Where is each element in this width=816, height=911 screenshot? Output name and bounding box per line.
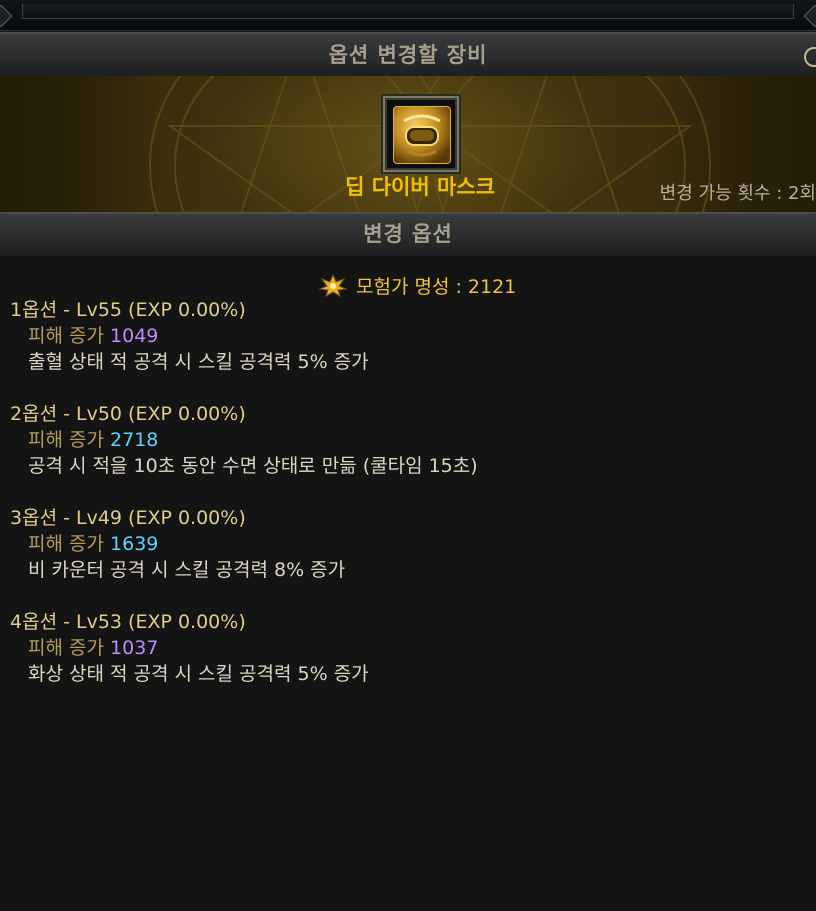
equipment-section-header: 옵션 변경할 장비: [0, 32, 816, 78]
frame-corner-left: [0, 4, 13, 28]
diver-mask-icon: [393, 106, 451, 164]
damage-line: 피해 증가 1639: [10, 531, 345, 557]
damage-value: 2718: [110, 429, 159, 451]
damage-value: 1049: [110, 325, 159, 347]
option-title: 4옵션 - Lv53 (EXP 0.00%): [10, 611, 246, 633]
option-block-4: 4옵션 - Lv53 (EXP 0.00%) 피해 증가 1037 화상 상태 …: [10, 609, 369, 687]
equipment-banner: 딥 다이버 마스크 변경 가능 횟수 : 2회: [0, 76, 816, 213]
damage-value: 1639: [110, 533, 159, 555]
damage-line: 피해 증가 2718: [10, 427, 478, 453]
option-description: 출혈 상태 적 공격 시 스킬 공격력 5% 증가: [28, 351, 369, 373]
damage-value: 1037: [110, 637, 159, 659]
equipment-section-title: 옵션 변경할 장비: [328, 43, 488, 67]
adventurer-fame-icon: [318, 273, 348, 297]
change-options-title: 변경 옵션: [363, 222, 453, 246]
option-title: 3옵션 - Lv49 (EXP 0.00%): [10, 507, 246, 529]
window-top-frame: [0, 0, 816, 31]
damage-label: 피해 증가: [28, 533, 104, 555]
option-title: 1옵션 - Lv55 (EXP 0.00%): [10, 299, 246, 321]
option-description: 공격 시 적을 10초 동안 수면 상태로 만듦 (쿨타임 15초): [28, 455, 478, 477]
damage-label: 피해 증가: [28, 325, 104, 347]
damage-line: 피해 증가 1037: [10, 635, 369, 661]
damage-label: 피해 증가: [28, 429, 104, 451]
option-block-2: 2옵션 - Lv50 (EXP 0.00%) 피해 증가 2718 공격 시 적…: [10, 401, 478, 479]
fame-row: 모험가 명성 : 2121: [318, 272, 516, 298]
damage-line: 피해 증가 1049: [10, 323, 369, 349]
change-options-section-header: 변경 옵션: [0, 212, 816, 256]
option-description: 비 카운터 공격 시 스킬 공격력 8% 증가: [28, 559, 346, 581]
fame-label: 모험가 명성 : 2121: [356, 275, 517, 298]
damage-label: 피해 증가: [28, 637, 104, 659]
option-block-1: 1옵션 - Lv55 (EXP 0.00%) 피해 증가 1049 출혈 상태 …: [10, 297, 369, 375]
change-count-label: 변경 가능 횟수 : 2회: [659, 183, 816, 204]
frame-corner-right: [803, 4, 816, 28]
option-block-3: 3옵션 - Lv49 (EXP 0.00%) 피해 증가 1639 비 카운터 …: [10, 505, 345, 583]
close-icon[interactable]: [804, 47, 816, 67]
option-description: 화상 상태 적 공격 시 스킬 공격력 5% 증가: [28, 663, 369, 685]
equipment-slot[interactable]: [383, 96, 459, 172]
top-frame-bar: [22, 4, 794, 19]
equipment-name: 딥 다이버 마스크: [345, 175, 495, 199]
option-title: 2옵션 - Lv50 (EXP 0.00%): [10, 403, 246, 425]
